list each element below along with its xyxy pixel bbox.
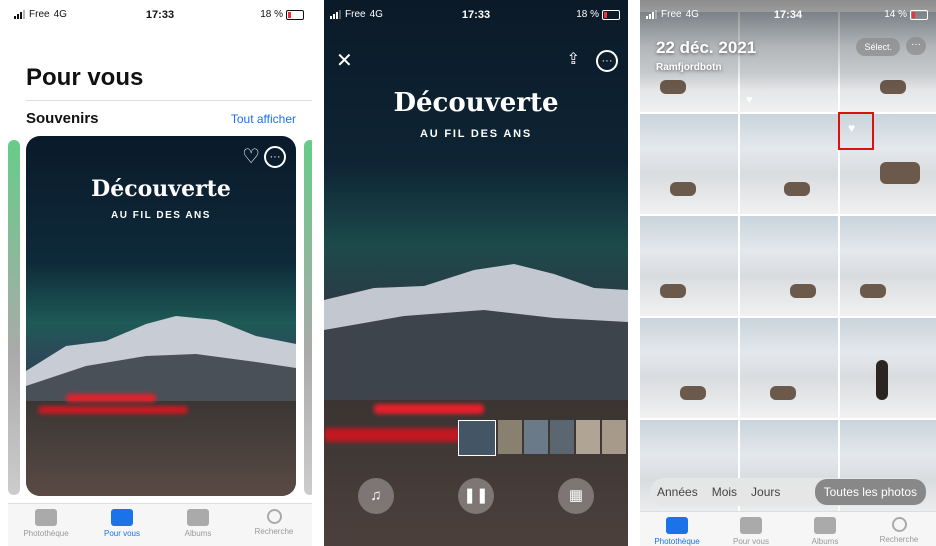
tab-for-you[interactable]: Pour vous: [714, 512, 788, 546]
search-icon: [266, 509, 282, 524]
for-you-screen: Free 4G 17:33 18 % Pour vous Souvenirs T…: [8, 0, 312, 546]
highlight-box: [838, 112, 874, 150]
share-icon[interactable]: ⇪: [567, 49, 580, 69]
date-heading: 22 déc. 2021: [656, 38, 757, 57]
segment-all-photos[interactable]: Toutes les photos: [814, 479, 926, 505]
tab-search[interactable]: Recherche: [862, 512, 936, 546]
library-screen: ♥ Free 4G 17:34 14 % 22 déc. 2021 Ramfjo…: [640, 0, 936, 546]
photo-thumbnail[interactable]: [740, 114, 838, 214]
tab-bar: Photothèque Pour vous Albums Recherche: [640, 511, 936, 546]
memory-subtitle: AU FIL DES ANS: [111, 210, 211, 221]
see-all-link[interactable]: Tout afficher: [231, 112, 296, 126]
status-bar: Free 4G 17:34 14 %: [640, 0, 936, 30]
page-title: Pour vous: [26, 64, 144, 91]
next-memory-card[interactable]: [304, 140, 312, 495]
more-icon[interactable]: ···: [596, 50, 618, 72]
search-icon: [891, 517, 907, 532]
location-label: Ramfjordbotn: [656, 62, 722, 73]
segment-months[interactable]: Mois: [705, 485, 744, 499]
albums-icon: [814, 517, 836, 534]
status-bar: Free 4G 17:33 18 %: [8, 0, 312, 30]
photos-icon: [35, 509, 57, 526]
thumbnail[interactable]: [602, 420, 626, 454]
memory-title: Découverte: [91, 176, 231, 202]
heart-icon: ♥: [746, 94, 753, 106]
section-title: Souvenirs: [26, 110, 99, 127]
view-segmented-control: Années Mois Jours Toutes les photos: [650, 478, 926, 506]
battery-icon: [910, 9, 928, 20]
heart-icon[interactable]: ♡: [242, 144, 260, 169]
heart-icon[interactable]: ♥: [848, 121, 855, 135]
close-button[interactable]: ✕: [336, 48, 353, 73]
battery-icon: [602, 9, 620, 20]
memory-card[interactable]: ♡ ··· Découverte AU FIL DES ANS: [26, 136, 296, 496]
more-button[interactable]: ···: [906, 37, 926, 55]
music-button[interactable]: ♫: [358, 478, 394, 514]
more-icon[interactable]: ···: [264, 146, 286, 168]
thumbnail[interactable]: [576, 420, 600, 454]
tab-bar: Photothèque Pour vous Albums Recherche: [8, 503, 312, 546]
grid-button[interactable]: ▦: [558, 478, 594, 514]
photo-thumbnail[interactable]: [840, 318, 936, 418]
albums-icon: [187, 509, 209, 526]
tab-photos[interactable]: Photothèque: [640, 512, 714, 546]
tab-search[interactable]: Recherche: [236, 504, 312, 546]
thumbnail[interactable]: [550, 420, 574, 454]
tab-photos[interactable]: Photothèque: [8, 504, 84, 546]
battery-label: 18 %: [576, 9, 599, 20]
memory-thumbnail-strip[interactable]: [458, 420, 626, 456]
photo-thumbnail[interactable]: [640, 318, 738, 418]
tab-albums[interactable]: Albums: [788, 512, 862, 546]
tab-albums[interactable]: Albums: [160, 504, 236, 546]
pause-button[interactable]: ❚❚: [458, 478, 494, 514]
thumbnail[interactable]: [524, 420, 548, 454]
thumbnail[interactable]: [458, 420, 496, 456]
tab-for-you[interactable]: Pour vous: [84, 504, 160, 546]
memory-title: Découverte: [393, 88, 559, 118]
battery-icon: [286, 9, 304, 20]
mountain-image: [324, 264, 628, 410]
memory-player-screen: Free 4G 17:33 18 % ✕ ⇪ ··· Découverte AU…: [324, 0, 628, 546]
photo-thumbnail[interactable]: [640, 114, 738, 214]
photo-thumbnail[interactable]: [640, 216, 738, 316]
status-bar: Free 4G 17:33 18 %: [324, 0, 628, 30]
previous-memory-card[interactable]: [8, 140, 20, 495]
divider: [26, 100, 312, 101]
segment-days[interactable]: Jours: [744, 485, 787, 499]
for-you-icon: [740, 517, 762, 534]
photo-thumbnail[interactable]: [840, 216, 936, 316]
select-button[interactable]: Sélect.: [856, 38, 900, 56]
for-you-icon: [111, 509, 133, 526]
battery-label: 14 %: [884, 9, 907, 20]
thumbnail[interactable]: [498, 420, 522, 454]
segment-years[interactable]: Années: [650, 485, 705, 499]
photos-icon: [666, 517, 688, 534]
photo-thumbnail[interactable]: [740, 318, 838, 418]
battery-label: 18 %: [260, 9, 283, 20]
memory-subtitle: AU FIL DES ANS: [420, 128, 532, 140]
photo-thumbnail[interactable]: [740, 216, 838, 316]
